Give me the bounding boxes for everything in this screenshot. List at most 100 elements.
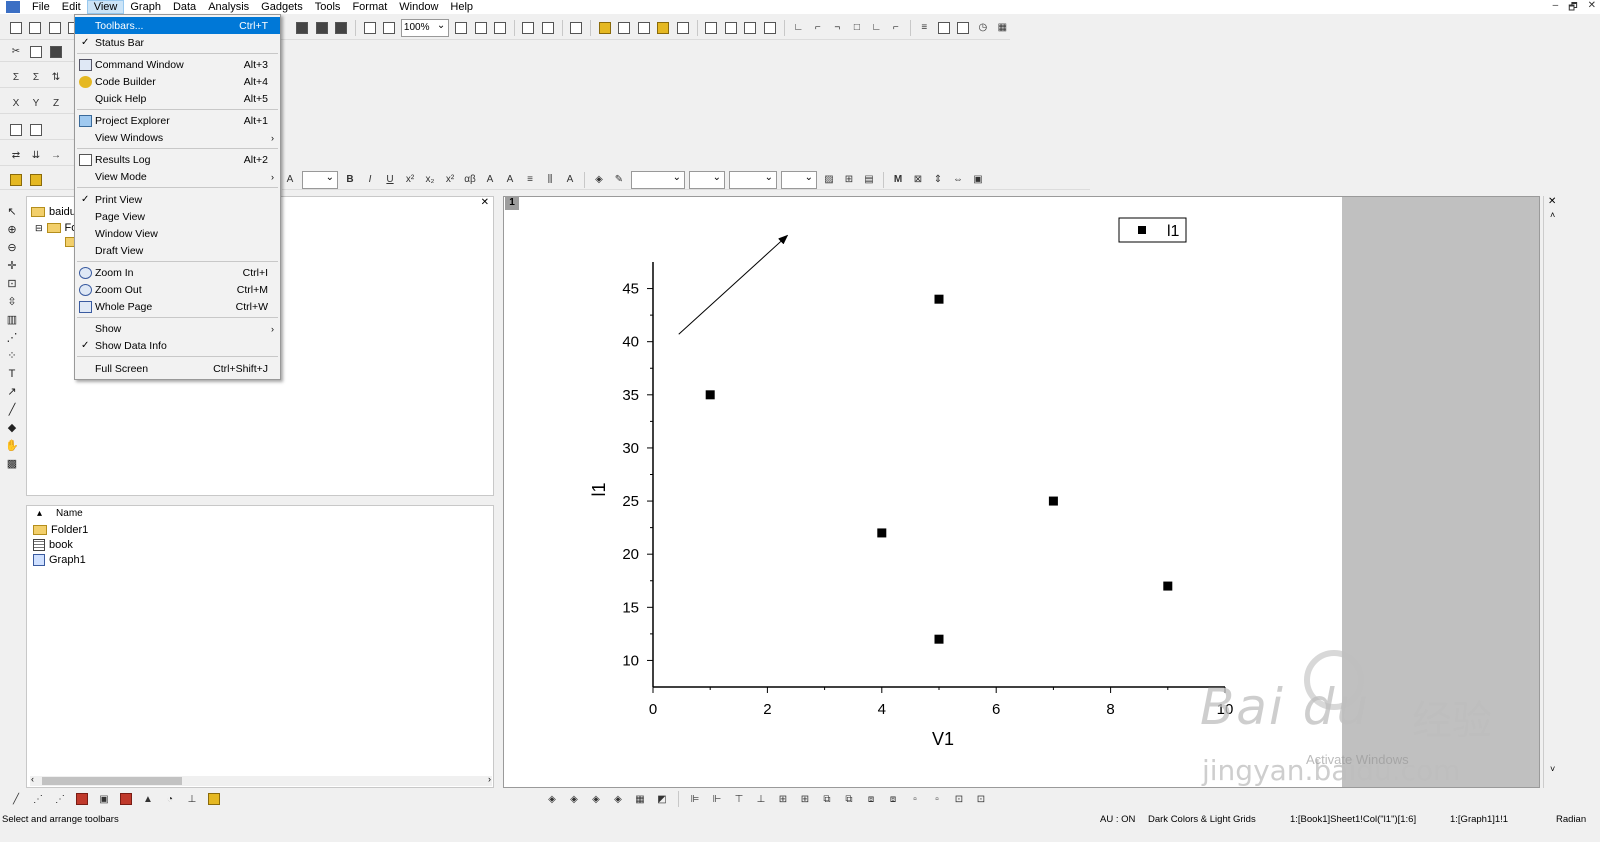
menu-item-print-view[interactable]: ✓ Print View: [75, 191, 280, 208]
scatter-plot-icon[interactable]: ⋰: [30, 791, 46, 807]
zoom-select[interactable]: 100%: [400, 18, 450, 37]
merge-cells-icon[interactable]: M: [890, 172, 906, 188]
axis-top-left-icon[interactable]: ⌐: [810, 20, 826, 36]
group-icon[interactable]: ⧉: [819, 791, 835, 807]
rescale-icon[interactable]: [704, 20, 720, 36]
ungroup-icon[interactable]: ⧉: [841, 791, 857, 807]
set-z-icon[interactable]: Z: [48, 96, 64, 112]
menu-item-window-view[interactable]: Window View: [75, 225, 280, 242]
align-left-objects-icon[interactable]: ⊫: [687, 791, 703, 807]
align-left-icon[interactable]: ≡: [522, 172, 538, 188]
copy-icon[interactable]: [28, 44, 44, 60]
import-wizard-icon[interactable]: [333, 20, 349, 36]
menu-graph[interactable]: Graph: [124, 0, 167, 14]
scroll-right-icon[interactable]: ›: [488, 774, 491, 784]
copy-page-icon[interactable]: [492, 20, 508, 36]
menu-gadgets[interactable]: Gadgets: [255, 0, 309, 14]
menu-analysis[interactable]: Analysis: [202, 0, 255, 14]
regional-mask-icon[interactable]: ▥: [4, 312, 20, 328]
set-x-icon[interactable]: X: [8, 96, 24, 112]
list-item[interactable]: Graph1: [33, 554, 86, 566]
line-color-icon[interactable]: ✎: [611, 172, 627, 188]
close-panel-icon[interactable]: ✕: [481, 197, 489, 208]
fit-page-icon[interactable]: ⊡: [951, 791, 967, 807]
legend-icon[interactable]: ≡: [917, 20, 933, 36]
line-symbol-plot-icon[interactable]: ⋰: [52, 791, 68, 807]
fill-color-icon[interactable]: ◈: [591, 172, 607, 188]
menu-item-status-bar[interactable]: ✓ Status Bar: [75, 34, 280, 51]
pattern-select[interactable]: [729, 170, 777, 189]
3d-grid-icon[interactable]: ▦: [632, 791, 648, 807]
template-icon[interactable]: [206, 791, 222, 807]
data-selector-icon[interactable]: ⇳: [4, 294, 20, 310]
zoom-in-icon[interactable]: ⊕: [4, 222, 20, 238]
new-folder-icon[interactable]: [28, 20, 44, 36]
menu-view[interactable]: View: [86, 0, 125, 14]
unmerge-icon[interactable]: ⊠: [910, 172, 926, 188]
paste-icon[interactable]: [48, 44, 64, 60]
add-row-icon[interactable]: [28, 122, 44, 138]
text-tool-icon[interactable]: T: [4, 366, 20, 382]
cut-icon[interactable]: ✂: [8, 44, 24, 60]
menu-tools[interactable]: Tools: [309, 0, 347, 14]
backward-icon[interactable]: ▫: [929, 791, 945, 807]
stock-plot-icon[interactable]: ⊥: [184, 791, 200, 807]
area-plot-icon[interactable]: ▲: [140, 791, 156, 807]
menu-item-quick-help[interactable]: Quick Help Alt+5: [75, 90, 280, 107]
subscript-icon[interactable]: x₂: [422, 172, 438, 188]
arrange-horizontal-icon[interactable]: ⇄: [8, 148, 24, 164]
pie-plot-icon[interactable]: ◔: [162, 791, 178, 807]
superscript-icon[interactable]: x²: [402, 172, 418, 188]
scroll-up-icon[interactable]: ˄: [1550, 210, 1555, 220]
bold-icon[interactable]: B: [342, 172, 358, 188]
timestamp-icon[interactable]: ◷: [975, 20, 991, 36]
project-explorer-icon[interactable]: [569, 20, 585, 36]
menu-item-project-explorer[interactable]: Project Explorer Alt+1: [75, 112, 280, 129]
arrange-vertical-icon[interactable]: ⇊: [28, 148, 44, 164]
align-bottom-objects-icon[interactable]: ⊥: [753, 791, 769, 807]
layer-tab[interactable]: 1: [505, 196, 519, 210]
decrease-font-icon[interactable]: A: [502, 172, 518, 188]
menu-item-code-builder[interactable]: Code Builder Alt+4: [75, 73, 280, 90]
axis-right-icon[interactable]: ¬: [830, 20, 846, 36]
menu-item-full-screen[interactable]: Full Screen Ctrl+Shift+J: [75, 360, 280, 377]
app-small-icon[interactable]: [28, 172, 44, 188]
collapse-icon[interactable]: ⊟: [35, 223, 43, 234]
set-y-icon[interactable]: Y: [28, 96, 44, 112]
minimize-button[interactable]: –: [1553, 0, 1559, 14]
3d-bar-icon[interactable]: ◈: [610, 791, 626, 807]
arrow-tool-icon[interactable]: ↗: [4, 384, 20, 400]
font-dropdown[interactable]: A: [282, 172, 298, 188]
axis-corner-icon[interactable]: ⌐: [888, 20, 904, 36]
move-right-icon[interactable]: →: [48, 148, 64, 164]
distribute-v-icon[interactable]: ⇕: [930, 172, 946, 188]
scroll-thumb[interactable]: [42, 777, 182, 785]
menu-help[interactable]: Help: [444, 0, 479, 14]
forward-icon[interactable]: ▫: [907, 791, 923, 807]
align-right-objects-icon[interactable]: ⊩: [709, 791, 725, 807]
import-multiple-icon[interactable]: [314, 20, 330, 36]
axis-cross-icon[interactable]: ∟: [869, 20, 885, 36]
recalculate-icon[interactable]: [362, 20, 378, 36]
data-reader-icon[interactable]: ✛: [4, 258, 20, 274]
screen-reader-icon[interactable]: ⊡: [4, 276, 20, 292]
align-top-objects-icon[interactable]: ⊤: [731, 791, 747, 807]
results-log-icon[interactable]: [540, 20, 556, 36]
menu-window[interactable]: Window: [393, 0, 444, 14]
script-window-icon[interactable]: [521, 20, 537, 36]
greek-icon[interactable]: αβ: [462, 172, 478, 188]
arrange-layers-icon[interactable]: [743, 20, 759, 36]
menu-item-draft-view[interactable]: Draft View: [75, 242, 280, 259]
color-scale-icon[interactable]: [956, 20, 972, 36]
hand-icon[interactable]: ✋: [4, 438, 20, 454]
notes-icon[interactable]: [636, 20, 652, 36]
pointer-icon[interactable]: ↖: [4, 204, 20, 220]
align-center-v-icon[interactable]: ⊞: [775, 791, 791, 807]
horizontal-scrollbar[interactable]: ‹ ›: [30, 774, 492, 786]
tree-item-folder[interactable]: ⊟ Fo: [35, 222, 77, 234]
axis-box-icon[interactable]: □: [849, 20, 865, 36]
pattern-width-select[interactable]: [781, 170, 817, 189]
refresh-icon[interactable]: [381, 20, 397, 36]
line-tool-icon[interactable]: ╱: [4, 402, 20, 418]
export-icon[interactable]: [473, 20, 489, 36]
